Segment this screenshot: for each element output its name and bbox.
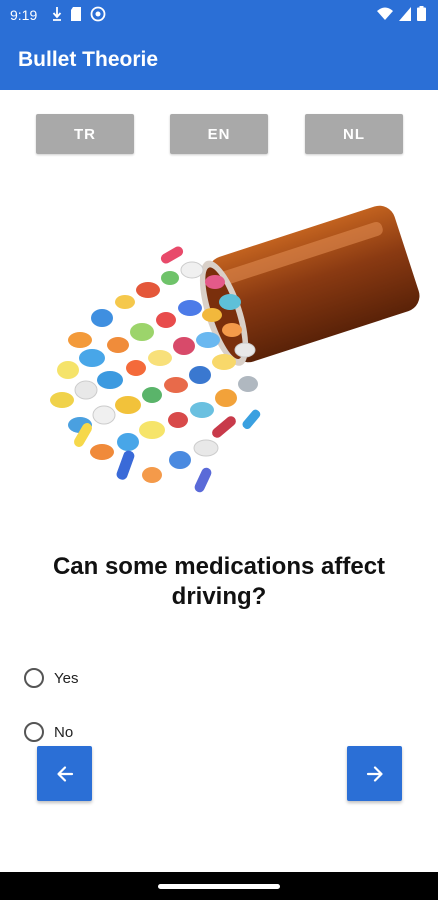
download-icon (52, 7, 62, 21)
arrow-left-icon (56, 765, 73, 782)
language-button-tr[interactable]: TR (36, 114, 134, 154)
question-image (50, 205, 420, 493)
signal-icon (399, 6, 411, 21)
option-yes[interactable]: Yes (24, 666, 78, 690)
home-gesture-handle[interactable] (158, 884, 280, 889)
language-selector: TR EN NL (0, 114, 438, 154)
next-button[interactable] (347, 746, 402, 801)
status-bar: 9:19 (0, 0, 438, 30)
radio-button-yes[interactable] (24, 668, 44, 688)
language-button-en[interactable]: EN (170, 114, 268, 154)
question-text: Can some medications affect driving? (52, 553, 386, 610)
option-no[interactable]: No (24, 720, 73, 744)
sd-card-icon (71, 7, 81, 21)
battery-icon (417, 6, 426, 21)
status-time: 9:19 (10, 7, 38, 23)
option-label-yes: Yes (54, 669, 79, 687)
wifi-icon (377, 7, 393, 20)
previous-button[interactable] (37, 746, 92, 801)
app-title: Bullet Theorie (18, 48, 159, 71)
radio-button-no[interactable] (24, 722, 44, 742)
app-notification-icon (90, 6, 106, 22)
language-button-nl[interactable]: NL (305, 114, 403, 154)
app-bar: Bullet Theorie (0, 30, 438, 90)
option-label-no: No (54, 723, 74, 741)
system-navigation-bar (0, 872, 438, 900)
arrow-right-icon (366, 765, 383, 782)
